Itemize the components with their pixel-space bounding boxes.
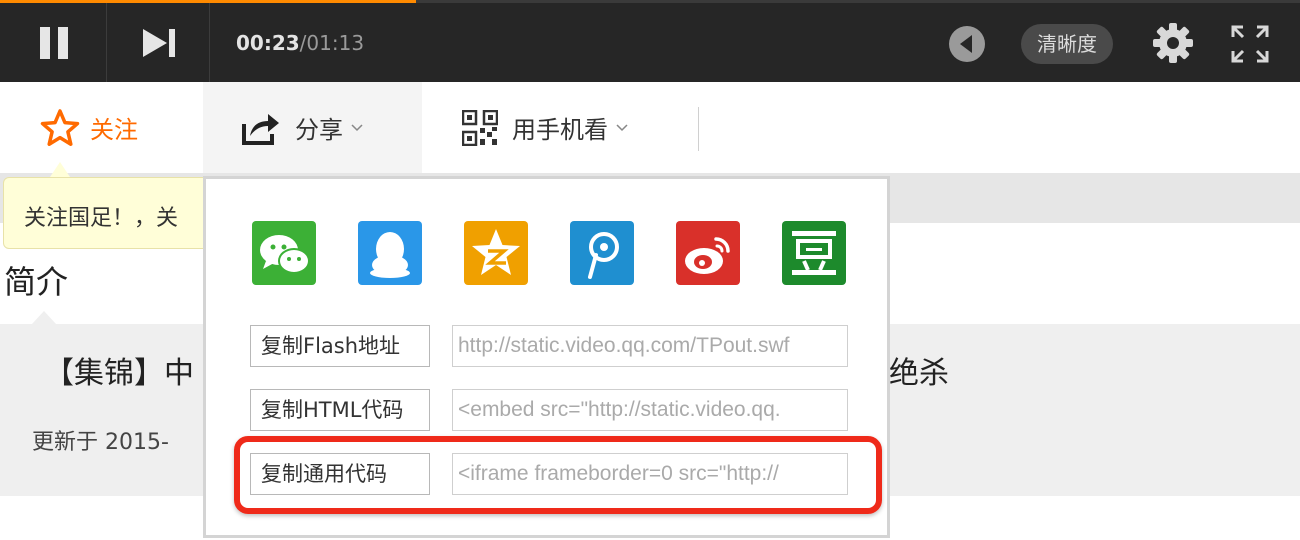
- copy-flash-address-button[interactable]: 复制Flash地址: [250, 325, 430, 367]
- share-qq-button[interactable]: [358, 221, 422, 285]
- intro-notch: [32, 311, 56, 324]
- share-icon: [242, 113, 279, 145]
- video-control-bar: 00:23/01:13 清晰度: [0, 0, 1300, 82]
- volume-icon: [949, 26, 985, 62]
- qq-icon: [358, 221, 422, 285]
- share-douban-button[interactable]: [782, 221, 846, 285]
- fullscreen-icon: [1231, 25, 1269, 63]
- wechat-icon: [252, 221, 316, 285]
- pause-icon: [40, 26, 68, 59]
- highlight-annotation: [234, 436, 882, 514]
- share-label: 分享: [295, 116, 343, 144]
- tooltip-arrow: [50, 162, 70, 177]
- intro-heading: 简介: [4, 263, 69, 301]
- update-time: 更新于 2015-: [32, 430, 169, 455]
- sina-weibo-icon: [676, 221, 740, 285]
- share-wechat-button[interactable]: [252, 221, 316, 285]
- share-tencent-weibo-button[interactable]: [570, 221, 634, 285]
- volume-button[interactable]: [948, 25, 986, 63]
- tab-divider: [698, 107, 699, 151]
- current-time: 00:23: [236, 31, 300, 55]
- douban-icon: [782, 221, 846, 285]
- star-icon: [40, 108, 80, 146]
- time-display: 00:23/01:13: [236, 30, 364, 56]
- watch-on-mobile-button[interactable]: 用手机看: [462, 82, 628, 173]
- share-sina-weibo-button[interactable]: [676, 221, 740, 285]
- copy-html-code-button[interactable]: 复制HTML代码: [250, 389, 430, 431]
- share-qzone-button[interactable]: [464, 221, 528, 285]
- html-code-field[interactable]: <embed src="http://static.video.qq.: [452, 389, 848, 431]
- next-track-icon: [143, 28, 175, 57]
- qzone-icon: [464, 221, 528, 285]
- quality-button[interactable]: 清晰度: [1021, 24, 1113, 64]
- settings-button[interactable]: [1152, 22, 1194, 64]
- follow-label: 关注: [90, 116, 138, 144]
- tooltip-text: 关注国足！，关: [24, 206, 179, 231]
- duration: 01:13: [306, 31, 365, 55]
- action-bar: 关注 分享 用手机看: [0, 82, 1300, 173]
- control-divider: [209, 3, 210, 82]
- chevron-down-icon: [351, 123, 363, 131]
- qr-code-icon: [462, 109, 498, 146]
- watch-on-mobile-label: 用手机看: [512, 116, 608, 144]
- share-button[interactable]: 分享: [203, 82, 422, 173]
- next-button[interactable]: [107, 3, 211, 82]
- flash-address-field[interactable]: http://static.video.qq.com/TPout.swf: [452, 325, 848, 367]
- chevron-down-icon: [616, 123, 628, 131]
- video-title-left: 【集锦】中: [44, 356, 194, 391]
- tencent-weibo-icon: [570, 221, 634, 285]
- follow-button[interactable]: 关注: [40, 82, 138, 173]
- gear-icon: [1153, 23, 1193, 63]
- pause-button[interactable]: [2, 3, 106, 82]
- fullscreen-button[interactable]: [1230, 24, 1270, 64]
